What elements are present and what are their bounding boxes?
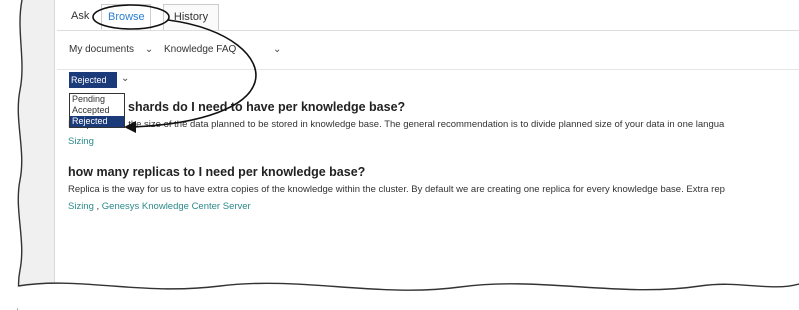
annotation-overlay bbox=[0, 0, 799, 310]
arrowhead-icon bbox=[124, 121, 136, 133]
callout-ellipse bbox=[92, 4, 170, 30]
screenshot-frame: CONTACT CO-BROWSE Ask Browse History My … bbox=[0, 0, 799, 310]
callout-arrow bbox=[131, 19, 257, 128]
torn-edge-left bbox=[0, 0, 22, 310]
